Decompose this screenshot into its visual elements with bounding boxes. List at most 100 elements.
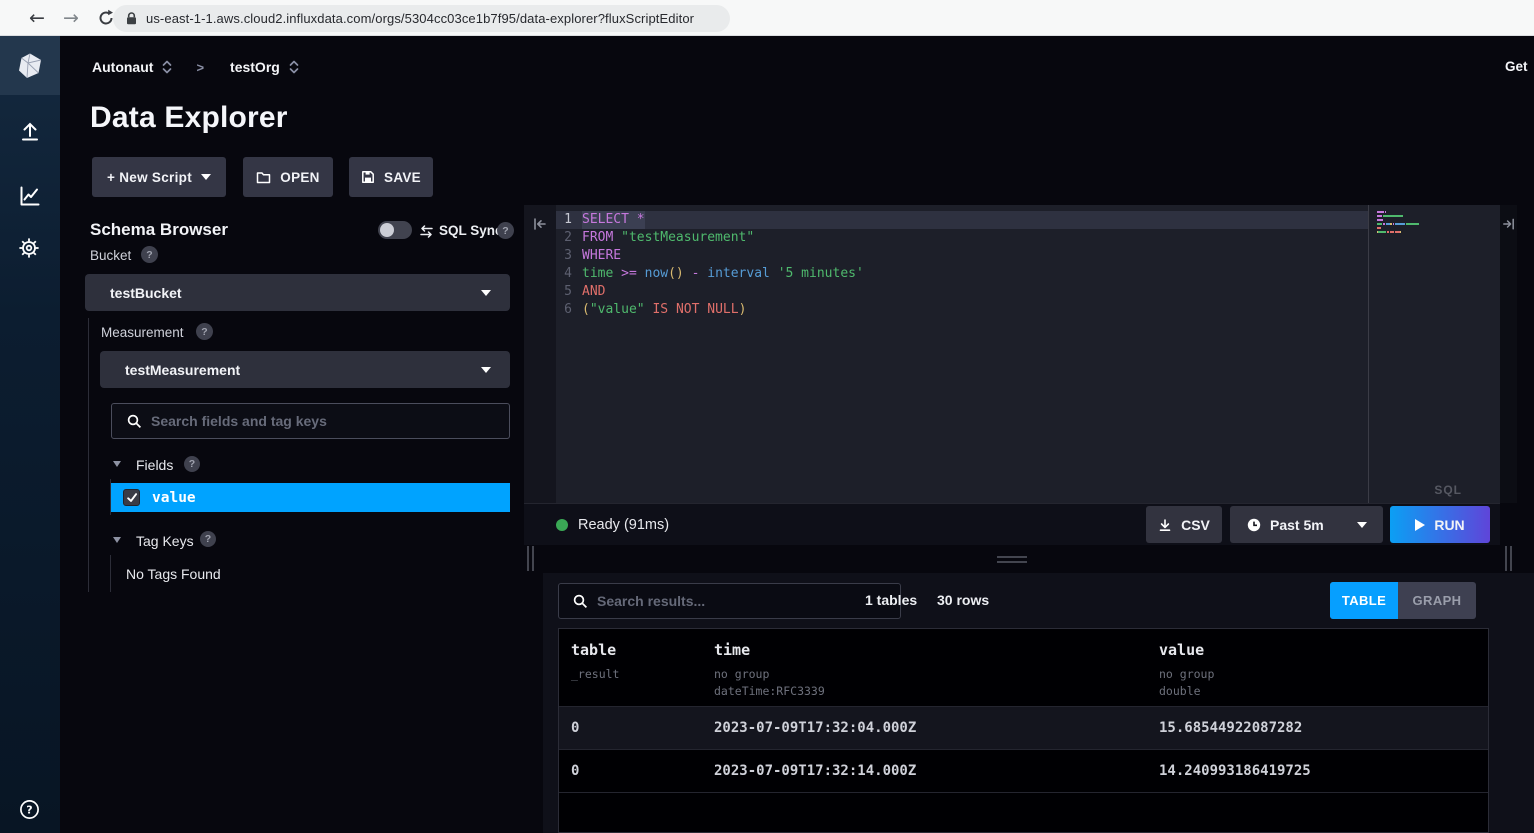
tree-guide-line (110, 555, 111, 592)
code-line[interactable]: 3WHERE (524, 247, 1368, 265)
column-title: time (714, 641, 825, 659)
results-table-body: 02023-07-09T17:32:04.000Z15.685449220872… (559, 707, 1488, 793)
code-line[interactable]: 6 ("value" IS NOT NULL) (524, 301, 1368, 319)
vertical-splitter-handle[interactable] (532, 546, 534, 571)
column-subtitle: no group (714, 666, 825, 683)
chevron-down-icon (1357, 522, 1367, 528)
upload-icon[interactable] (18, 120, 42, 144)
bucket-dropdown[interactable]: testBucket (85, 274, 510, 311)
bucket-help-icon[interactable]: ? (141, 246, 158, 263)
vertical-splitter-handle[interactable] (1505, 546, 1507, 571)
tag-keys-help-icon[interactable]: ? (200, 531, 216, 547)
nav-sidebar: ? (0, 36, 60, 833)
org-switcher-icon[interactable] (289, 59, 299, 75)
results-panel: 1 tables 30 rows TABLE GRAPH table_resul… (543, 573, 1534, 833)
field-checkbox-checked[interactable] (123, 489, 140, 506)
bucket-label: Bucket (90, 248, 131, 263)
csv-button[interactable]: CSV (1146, 506, 1222, 543)
influxdb-cube-icon (15, 51, 45, 81)
open-button[interactable]: OPEN (243, 157, 333, 197)
field-item-label: value (152, 490, 196, 506)
toggle-knob (380, 223, 394, 237)
field-item-value[interactable]: value (111, 483, 510, 512)
status-indicator (556, 519, 568, 531)
table-row: 02023-07-09T17:32:04.000Z15.685449220872… (559, 707, 1488, 750)
graph-icon[interactable] (18, 184, 42, 208)
account-switcher-icon[interactable] (162, 59, 172, 75)
chevron-down-icon (481, 367, 491, 373)
table-cell: 14.240993186419725 (1159, 763, 1311, 779)
vertical-splitter-handle[interactable] (527, 546, 529, 571)
language-badge: SQL (1434, 483, 1462, 497)
rows-count: 30 rows (937, 592, 989, 608)
influxdb-logo[interactable] (0, 36, 60, 95)
tag-keys-collapse-icon[interactable] (113, 537, 121, 543)
vertical-splitter-handle[interactable] (1510, 546, 1512, 571)
get-button[interactable]: Get (1505, 59, 1534, 74)
horizontal-splitter-handle[interactable] (997, 556, 1027, 558)
table-row: 02023-07-09T17:32:14.000Z14.240993186419… (559, 750, 1488, 793)
fields-help-icon[interactable]: ? (184, 456, 200, 472)
browser-address-bar[interactable]: us-east-1-1.aws.cloud2.influxdata.com/or… (113, 5, 730, 32)
page-title: Data Explorer (90, 101, 288, 135)
code-line[interactable]: 4time >= now() - interval '5 minutes' (524, 265, 1368, 283)
save-button[interactable]: SAVE (349, 157, 433, 197)
results-table: table_resulttimeno groupdateTime:RFC3339… (558, 628, 1489, 833)
code-text: WHERE (582, 247, 621, 265)
results-search[interactable] (558, 583, 901, 619)
code-editor[interactable]: 1SELECT *2FROM "testMeasurement"3WHERE4t… (524, 211, 1368, 319)
code-line[interactable]: 5AND (524, 283, 1368, 301)
search-icon (127, 414, 142, 429)
tab-graph[interactable]: GRAPH (1398, 582, 1476, 619)
time-range-dropdown[interactable]: Past 5m (1230, 506, 1383, 543)
minimap-line (1377, 231, 1487, 233)
code-line[interactable]: 2FROM "testMeasurement" (524, 229, 1368, 247)
bucket-value: testBucket (110, 285, 182, 301)
search-icon (573, 594, 588, 609)
chevron-down-icon (481, 290, 491, 296)
time-range-label: Past 5m (1270, 517, 1324, 533)
schema-search[interactable] (111, 403, 510, 439)
code-line[interactable]: 1SELECT * (524, 211, 1368, 229)
help-icon[interactable]: ? (19, 799, 40, 820)
line-number: 1 (524, 211, 572, 229)
measurement-help-icon[interactable]: ? (196, 323, 213, 340)
code-text: ("value" IS NOT NULL) (582, 301, 746, 319)
measurement-label: Measurement (101, 325, 184, 340)
browser-forward-icon[interactable]: → (60, 0, 82, 36)
fields-collapse-icon[interactable] (113, 461, 121, 467)
breadcrumb-account[interactable]: Autonaut (92, 59, 153, 75)
table-cell: 0 (571, 763, 579, 779)
view-toggle: TABLE GRAPH (1330, 582, 1476, 619)
new-script-button[interactable]: + New Script (92, 157, 226, 197)
run-label: RUN (1434, 517, 1464, 533)
results-search-input[interactable] (597, 593, 853, 609)
expand-right-icon[interactable] (1501, 217, 1516, 231)
gear-icon[interactable] (17, 236, 41, 260)
line-number: 5 (524, 283, 572, 301)
horizontal-splitter-handle[interactable] (997, 561, 1027, 563)
browser-back-icon[interactable]: ← (26, 0, 48, 36)
column-subtitle: no group (1159, 666, 1214, 683)
tab-table[interactable]: TABLE (1330, 582, 1398, 619)
csv-label: CSV (1181, 517, 1210, 533)
no-tags-text: No Tags Found (126, 566, 221, 582)
measurement-dropdown[interactable]: testMeasurement (100, 351, 510, 388)
query-status-bar: Ready (91ms) CSV Past 5m RUN (524, 503, 1500, 545)
code-text: FROM "testMeasurement" (582, 229, 754, 247)
new-script-label: + New Script (107, 170, 192, 185)
line-number: 4 (524, 265, 572, 283)
lock-icon (126, 12, 137, 25)
column-header: valueno groupdouble (1159, 641, 1214, 700)
minimap-line (1377, 227, 1487, 229)
sql-sync-toggle[interactable] (378, 221, 412, 239)
run-button[interactable]: RUN (1390, 506, 1490, 543)
breadcrumb-separator: > (196, 60, 204, 75)
column-subtitle: _result (571, 666, 619, 683)
line-number: 6 (524, 301, 572, 319)
schema-search-input[interactable] (151, 413, 449, 429)
minimap[interactable] (1377, 211, 1487, 235)
sql-sync-help-icon[interactable]: ? (497, 222, 514, 239)
browser-toolbar: ← → us-east-1-1.aws.cloud2.influxdata.co… (0, 0, 1534, 36)
breadcrumb-org[interactable]: testOrg (230, 59, 280, 75)
